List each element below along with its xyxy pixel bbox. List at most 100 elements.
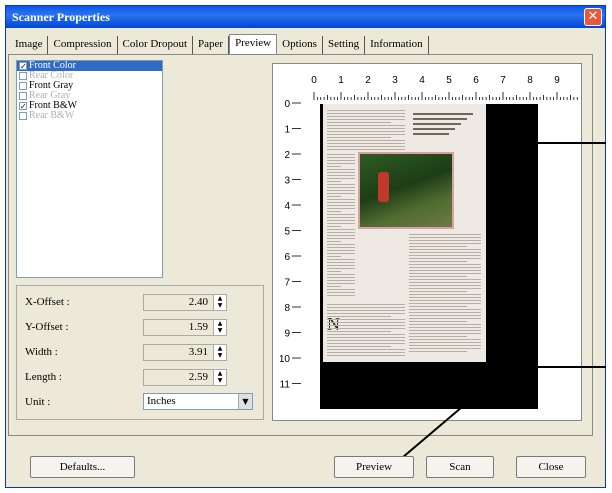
page-text-line [327,328,405,329]
page-text-line [409,288,481,289]
ruler-top-label: 8 [527,75,533,86]
ruler-left-label: 11 [280,380,290,391]
page-text-line [409,294,481,295]
close-button[interactable]: Close [516,456,586,478]
checkbox-checked-icon[interactable]: ✓ [19,102,27,111]
tab-image[interactable]: Image [10,36,49,54]
page-text-line [327,319,405,320]
page-text-line [327,160,355,161]
page-text-line [327,190,355,191]
page-text-line [327,307,405,308]
page-text-line [327,143,405,144]
page-text-line [327,265,355,266]
ruler-left-label: 2 [284,150,290,161]
width-value: 3.91 [188,346,208,358]
ruler-top-label: 0 [311,75,317,86]
page-text-line [327,262,355,263]
spinner-arrows-icon[interactable]: ▲ ▼ [213,295,226,310]
page-text-line [409,279,481,280]
ruler-top-label: 6 [473,75,479,86]
ruler-left-label: 4 [284,201,290,212]
page-text-line [327,134,405,135]
ruler-left-label: 9 [284,329,290,340]
window-title: Scanner Properties [12,10,110,24]
page-text-line [327,325,405,326]
close-icon[interactable]: ✕ [584,8,602,26]
tab-paper[interactable]: Paper [193,36,230,54]
ruler-left-label: 8 [284,303,290,314]
page-text-line [327,125,405,126]
y-offset-spinner[interactable]: 1.59 ▲ ▼ [143,319,227,336]
page-text-line [409,264,481,265]
page-headline-line [413,128,455,130]
page-text-line [327,286,341,287]
page-text-line [327,238,355,239]
ruler-top: 0 1 2 3 4 5 6 7 8 9 [311,75,578,100]
page-text-line [409,333,481,334]
page-text-line [409,300,481,301]
page-text-line [327,331,391,332]
page-text-line [327,146,405,147]
width-spinner[interactable]: 3.91 ▲ ▼ [143,344,227,361]
page-text-line [409,240,481,241]
checkbox-icon[interactable] [19,112,27,120]
spinner-arrows-icon[interactable]: ▲ ▼ [213,320,226,335]
page-text-line [327,140,405,141]
list-item[interactable]: Rear B&W [17,111,162,121]
page-text-line [409,270,481,271]
page-text-line [409,348,481,349]
checkbox-icon[interactable] [19,92,27,100]
list-item-label: Rear B&W [29,110,75,121]
preview-button[interactable]: Preview [334,456,414,478]
tab-preview[interactable]: Preview [229,34,278,54]
page-text-line [327,131,405,132]
page-text-line [327,346,391,347]
page-text-line [327,271,341,272]
page-text-line [409,315,481,316]
x-offset-spinner[interactable]: 2.40 ▲ ▼ [143,294,227,311]
tab-information[interactable]: Information [365,36,429,54]
image-type-list[interactable]: ✓ Front Color Rear Color Front Gray Rear Gra… [16,60,163,278]
tab-options[interactable]: Options [277,36,323,54]
page-text-line [409,330,481,331]
page-text-line [327,178,355,179]
tab-compression[interactable]: Compression [48,36,118,54]
page-text-line [327,244,355,245]
spinner-arrows-icon[interactable]: ▲ ▼ [213,370,226,385]
page-text-line [327,217,355,218]
checkbox-icon[interactable] [19,72,27,80]
page-text-line [327,223,355,224]
page-text-line [327,226,341,227]
tab-color-dropout[interactable]: Color Dropout [118,36,194,54]
page-text-line [409,324,481,325]
defaults-button[interactable]: Defaults... [30,456,135,478]
spinner-arrows-icon[interactable]: ▲ ▼ [213,345,226,360]
page-text-line [327,232,355,233]
checkbox-checked-icon[interactable]: ✓ [19,62,27,71]
page-text-line [327,184,355,185]
page-text-line [327,274,355,275]
page-text-line [327,229,355,230]
page-text-line [409,246,467,247]
chevron-down-icon[interactable]: ▼ [238,394,252,409]
scan-button[interactable]: Scan [426,456,494,478]
scanned-page-thumbnail: N [323,104,486,362]
unit-select[interactable]: Inches ▼ [143,393,253,410]
page-text-line [409,276,467,277]
page-headline-block [413,110,479,140]
page-text-line [327,340,405,341]
page-text-line [327,110,405,111]
ruler-left-label: 3 [284,176,290,187]
length-value: 2.59 [188,371,208,383]
tab-setting[interactable]: Setting [323,36,366,54]
page-text-line [327,196,341,197]
checkbox-icon[interactable] [19,82,27,90]
page-text-line [327,313,405,314]
unit-value: Inches [147,395,176,407]
page-text-line [327,283,355,284]
length-spinner[interactable]: 2.59 ▲ ▼ [143,369,227,386]
page-text-line [327,172,355,173]
page-text-line [327,259,355,260]
page-text-line [327,163,355,164]
page-text-line [327,343,405,344]
